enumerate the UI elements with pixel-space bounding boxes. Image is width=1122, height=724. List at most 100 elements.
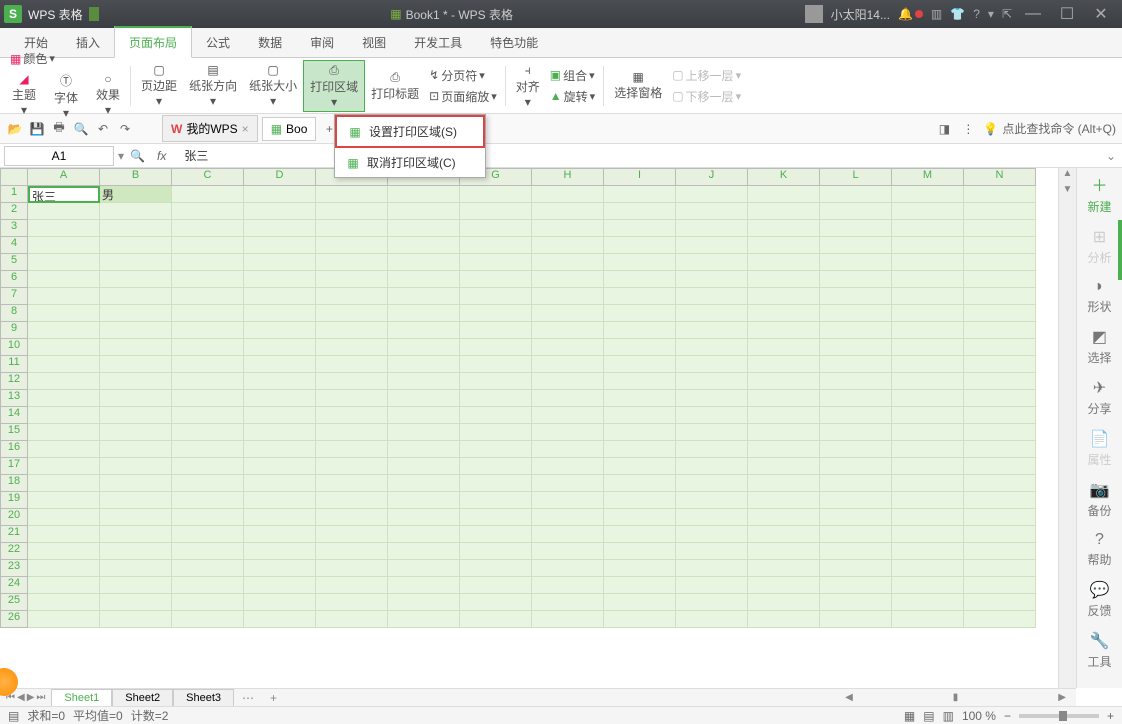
cell[interactable] bbox=[244, 339, 316, 356]
cell[interactable] bbox=[820, 594, 892, 611]
cell[interactable] bbox=[388, 186, 460, 203]
sidepanel-item[interactable]: 💬反馈 bbox=[1087, 580, 1111, 619]
cell[interactable] bbox=[532, 237, 604, 254]
cell[interactable] bbox=[820, 305, 892, 322]
zoom-out-icon[interactable]: − bbox=[1004, 709, 1011, 723]
skin-icon[interactable]: ▥ bbox=[931, 7, 942, 21]
cell[interactable] bbox=[460, 458, 532, 475]
cell[interactable] bbox=[964, 356, 1036, 373]
cell[interactable] bbox=[820, 526, 892, 543]
cell[interactable] bbox=[604, 254, 676, 271]
redo-icon[interactable]: ↷ bbox=[116, 120, 134, 138]
cell[interactable] bbox=[748, 305, 820, 322]
cell[interactable] bbox=[316, 424, 388, 441]
cell[interactable] bbox=[964, 458, 1036, 475]
cell[interactable] bbox=[964, 441, 1036, 458]
cell[interactable] bbox=[532, 373, 604, 390]
cell[interactable] bbox=[604, 356, 676, 373]
cell[interactable] bbox=[388, 543, 460, 560]
cell[interactable] bbox=[100, 254, 172, 271]
print-preview-icon[interactable]: 🔍 bbox=[72, 120, 90, 138]
cell[interactable] bbox=[748, 237, 820, 254]
book-tab[interactable]: ▦ Boo bbox=[262, 117, 317, 141]
cell[interactable] bbox=[604, 611, 676, 628]
cell[interactable] bbox=[604, 305, 676, 322]
cell[interactable] bbox=[316, 594, 388, 611]
cell[interactable] bbox=[100, 594, 172, 611]
cell[interactable] bbox=[820, 339, 892, 356]
column-header[interactable]: I bbox=[604, 168, 676, 186]
cell[interactable] bbox=[172, 492, 244, 509]
cell[interactable] bbox=[316, 220, 388, 237]
cell[interactable] bbox=[244, 271, 316, 288]
cell[interactable] bbox=[892, 390, 964, 407]
cell[interactable] bbox=[244, 305, 316, 322]
cell[interactable] bbox=[460, 288, 532, 305]
cell[interactable] bbox=[820, 271, 892, 288]
view-break-icon[interactable]: ▥ bbox=[943, 709, 954, 723]
formula-input[interactable]: 张三 bbox=[178, 145, 1100, 166]
cell[interactable] bbox=[676, 492, 748, 509]
cell[interactable] bbox=[892, 305, 964, 322]
cell[interactable] bbox=[316, 322, 388, 339]
row-header[interactable]: 5 bbox=[0, 254, 28, 271]
shirt-icon[interactable]: 👕 bbox=[950, 7, 965, 21]
cell[interactable] bbox=[172, 458, 244, 475]
cell[interactable] bbox=[820, 373, 892, 390]
cell[interactable] bbox=[676, 424, 748, 441]
cell[interactable] bbox=[28, 407, 100, 424]
column-header[interactable]: N bbox=[964, 168, 1036, 186]
cell[interactable] bbox=[676, 577, 748, 594]
cell[interactable] bbox=[28, 271, 100, 288]
cell[interactable] bbox=[964, 492, 1036, 509]
cell[interactable] bbox=[676, 356, 748, 373]
app-dropdown-icon[interactable] bbox=[89, 7, 99, 21]
cell[interactable] bbox=[460, 203, 532, 220]
cell[interactable] bbox=[244, 407, 316, 424]
cell[interactable] bbox=[172, 390, 244, 407]
cell[interactable] bbox=[532, 407, 604, 424]
row-header[interactable]: 24 bbox=[0, 577, 28, 594]
cloud-nav-icon[interactable]: ◨ bbox=[935, 120, 953, 138]
scroll-down-icon[interactable]: ▼ bbox=[1059, 184, 1076, 200]
cell[interactable] bbox=[748, 543, 820, 560]
cell[interactable] bbox=[604, 390, 676, 407]
cell[interactable] bbox=[28, 526, 100, 543]
cell[interactable] bbox=[244, 288, 316, 305]
external-icon[interactable]: ⇱ bbox=[1002, 7, 1012, 21]
row-header[interactable]: 21 bbox=[0, 526, 28, 543]
cell[interactable] bbox=[316, 560, 388, 577]
cell[interactable] bbox=[316, 543, 388, 560]
sidepanel-item[interactable]: ◗形状 bbox=[1087, 278, 1111, 315]
cell[interactable] bbox=[172, 543, 244, 560]
sidepanel-item[interactable]: 📷备份 bbox=[1087, 480, 1111, 519]
row-header[interactable]: 20 bbox=[0, 509, 28, 526]
cell[interactable] bbox=[604, 594, 676, 611]
zoom-value[interactable]: 100 % bbox=[962, 709, 996, 723]
cell[interactable] bbox=[388, 475, 460, 492]
cell[interactable] bbox=[604, 424, 676, 441]
cell[interactable] bbox=[892, 186, 964, 203]
cell[interactable] bbox=[676, 594, 748, 611]
cell[interactable] bbox=[460, 526, 532, 543]
sidepanel-item[interactable]: ?帮助 bbox=[1087, 531, 1111, 568]
cell[interactable] bbox=[460, 492, 532, 509]
cell[interactable] bbox=[244, 509, 316, 526]
cell[interactable] bbox=[676, 526, 748, 543]
cell[interactable] bbox=[676, 373, 748, 390]
vertical-scrollbar[interactable]: ▲ ▼ bbox=[1058, 168, 1076, 688]
cell[interactable] bbox=[892, 271, 964, 288]
row-header[interactable]: 22 bbox=[0, 543, 28, 560]
cell[interactable] bbox=[964, 305, 1036, 322]
sidepanel-item[interactable]: ✈分享 bbox=[1087, 378, 1111, 417]
cell[interactable] bbox=[604, 322, 676, 339]
cell[interactable] bbox=[892, 492, 964, 509]
cell[interactable] bbox=[460, 390, 532, 407]
cell[interactable] bbox=[100, 441, 172, 458]
row-header[interactable]: 14 bbox=[0, 407, 28, 424]
zoom-in-icon[interactable]: + bbox=[1107, 709, 1114, 723]
print-title-button[interactable]: ⎙打印标题 bbox=[365, 68, 425, 104]
cell[interactable] bbox=[532, 475, 604, 492]
cell[interactable] bbox=[532, 526, 604, 543]
cell[interactable] bbox=[604, 441, 676, 458]
